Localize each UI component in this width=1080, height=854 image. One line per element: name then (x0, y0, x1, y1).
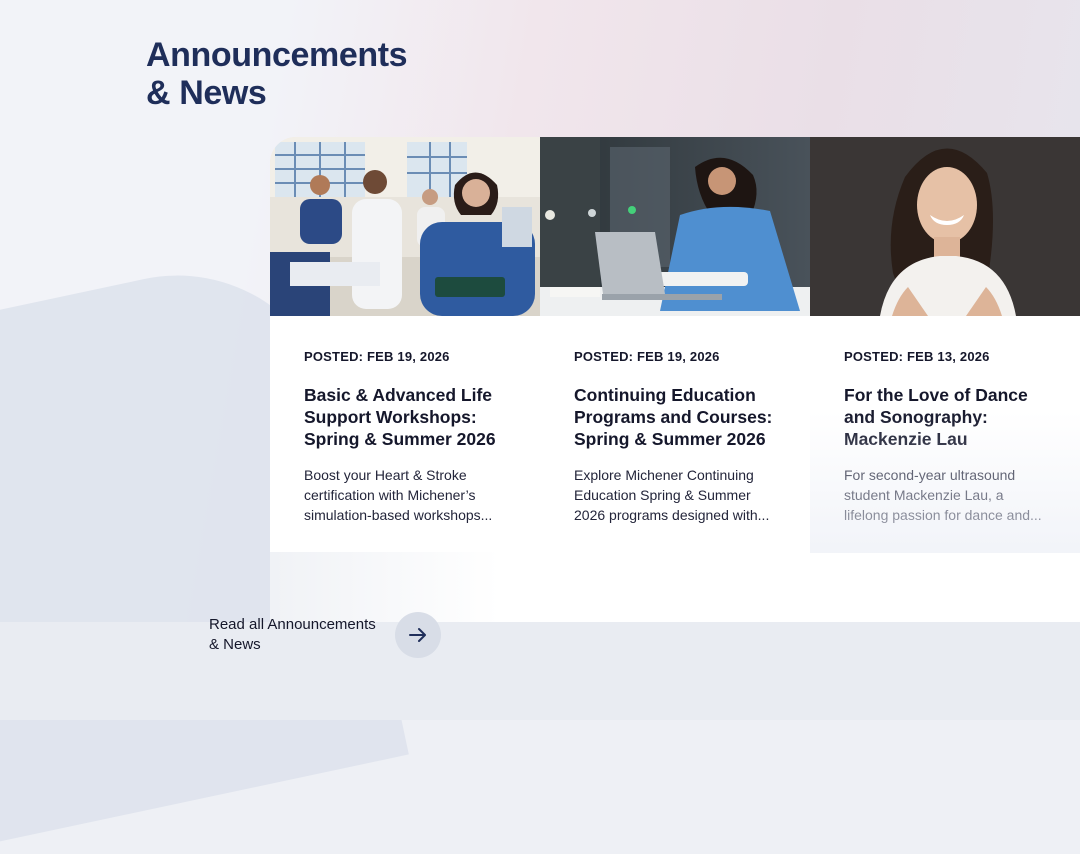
news-card-list: POSTED: FEB 19, 2026 Basic & Advanced Li… (270, 137, 1080, 553)
card-title[interactable]: Basic & Advanced Life Support Workshops:… (304, 384, 506, 450)
classroom-photo (270, 137, 540, 316)
background-band (0, 622, 1080, 720)
news-card[interactable]: POSTED: FEB 13, 2026 For the Love of Dan… (810, 137, 1080, 553)
news-card[interactable]: POSTED: FEB 19, 2026 Basic & Advanced Li… (270, 137, 540, 525)
laptop-photo (540, 137, 810, 316)
card-excerpt: Boost your Heart & Stroke certification … (304, 467, 493, 523)
card-excerpt: Explore Michener Continuing Education Sp… (574, 467, 770, 523)
section-title: Announcements & News (146, 36, 408, 112)
read-all-link[interactable]: Read all Announcements & News (209, 612, 441, 658)
card-image-classroom[interactable] (270, 137, 540, 316)
card-posted-date: POSTED: FEB 19, 2026 (304, 349, 450, 364)
card-title[interactable]: Continuing Education Programs and Course… (574, 384, 776, 450)
read-all-label[interactable]: Read all Announcements & News (209, 615, 377, 655)
news-panel: POSTED: FEB 19, 2026 Basic & Advanced Li… (270, 137, 1080, 622)
card-posted-date: POSTED: FEB 13, 2026 (844, 349, 990, 364)
section-title-line2: & News (146, 74, 267, 112)
card-image-laptop[interactable] (540, 137, 810, 316)
card-posted-date: POSTED: FEB 19, 2026 (574, 349, 720, 364)
card-title[interactable]: For the Love of Dance and Sonography: Ma… (844, 384, 1046, 450)
portrait-photo (810, 137, 1080, 316)
card-image-portrait[interactable] (810, 137, 1080, 316)
news-card[interactable]: POSTED: FEB 19, 2026 Continuing Educatio… (540, 137, 810, 525)
section-title-line1: Announcements (146, 36, 408, 74)
arrow-button[interactable] (395, 612, 441, 658)
arrow-right-icon (409, 628, 426, 642)
card-excerpt: For second-year ultrasound student Macke… (844, 467, 1042, 523)
